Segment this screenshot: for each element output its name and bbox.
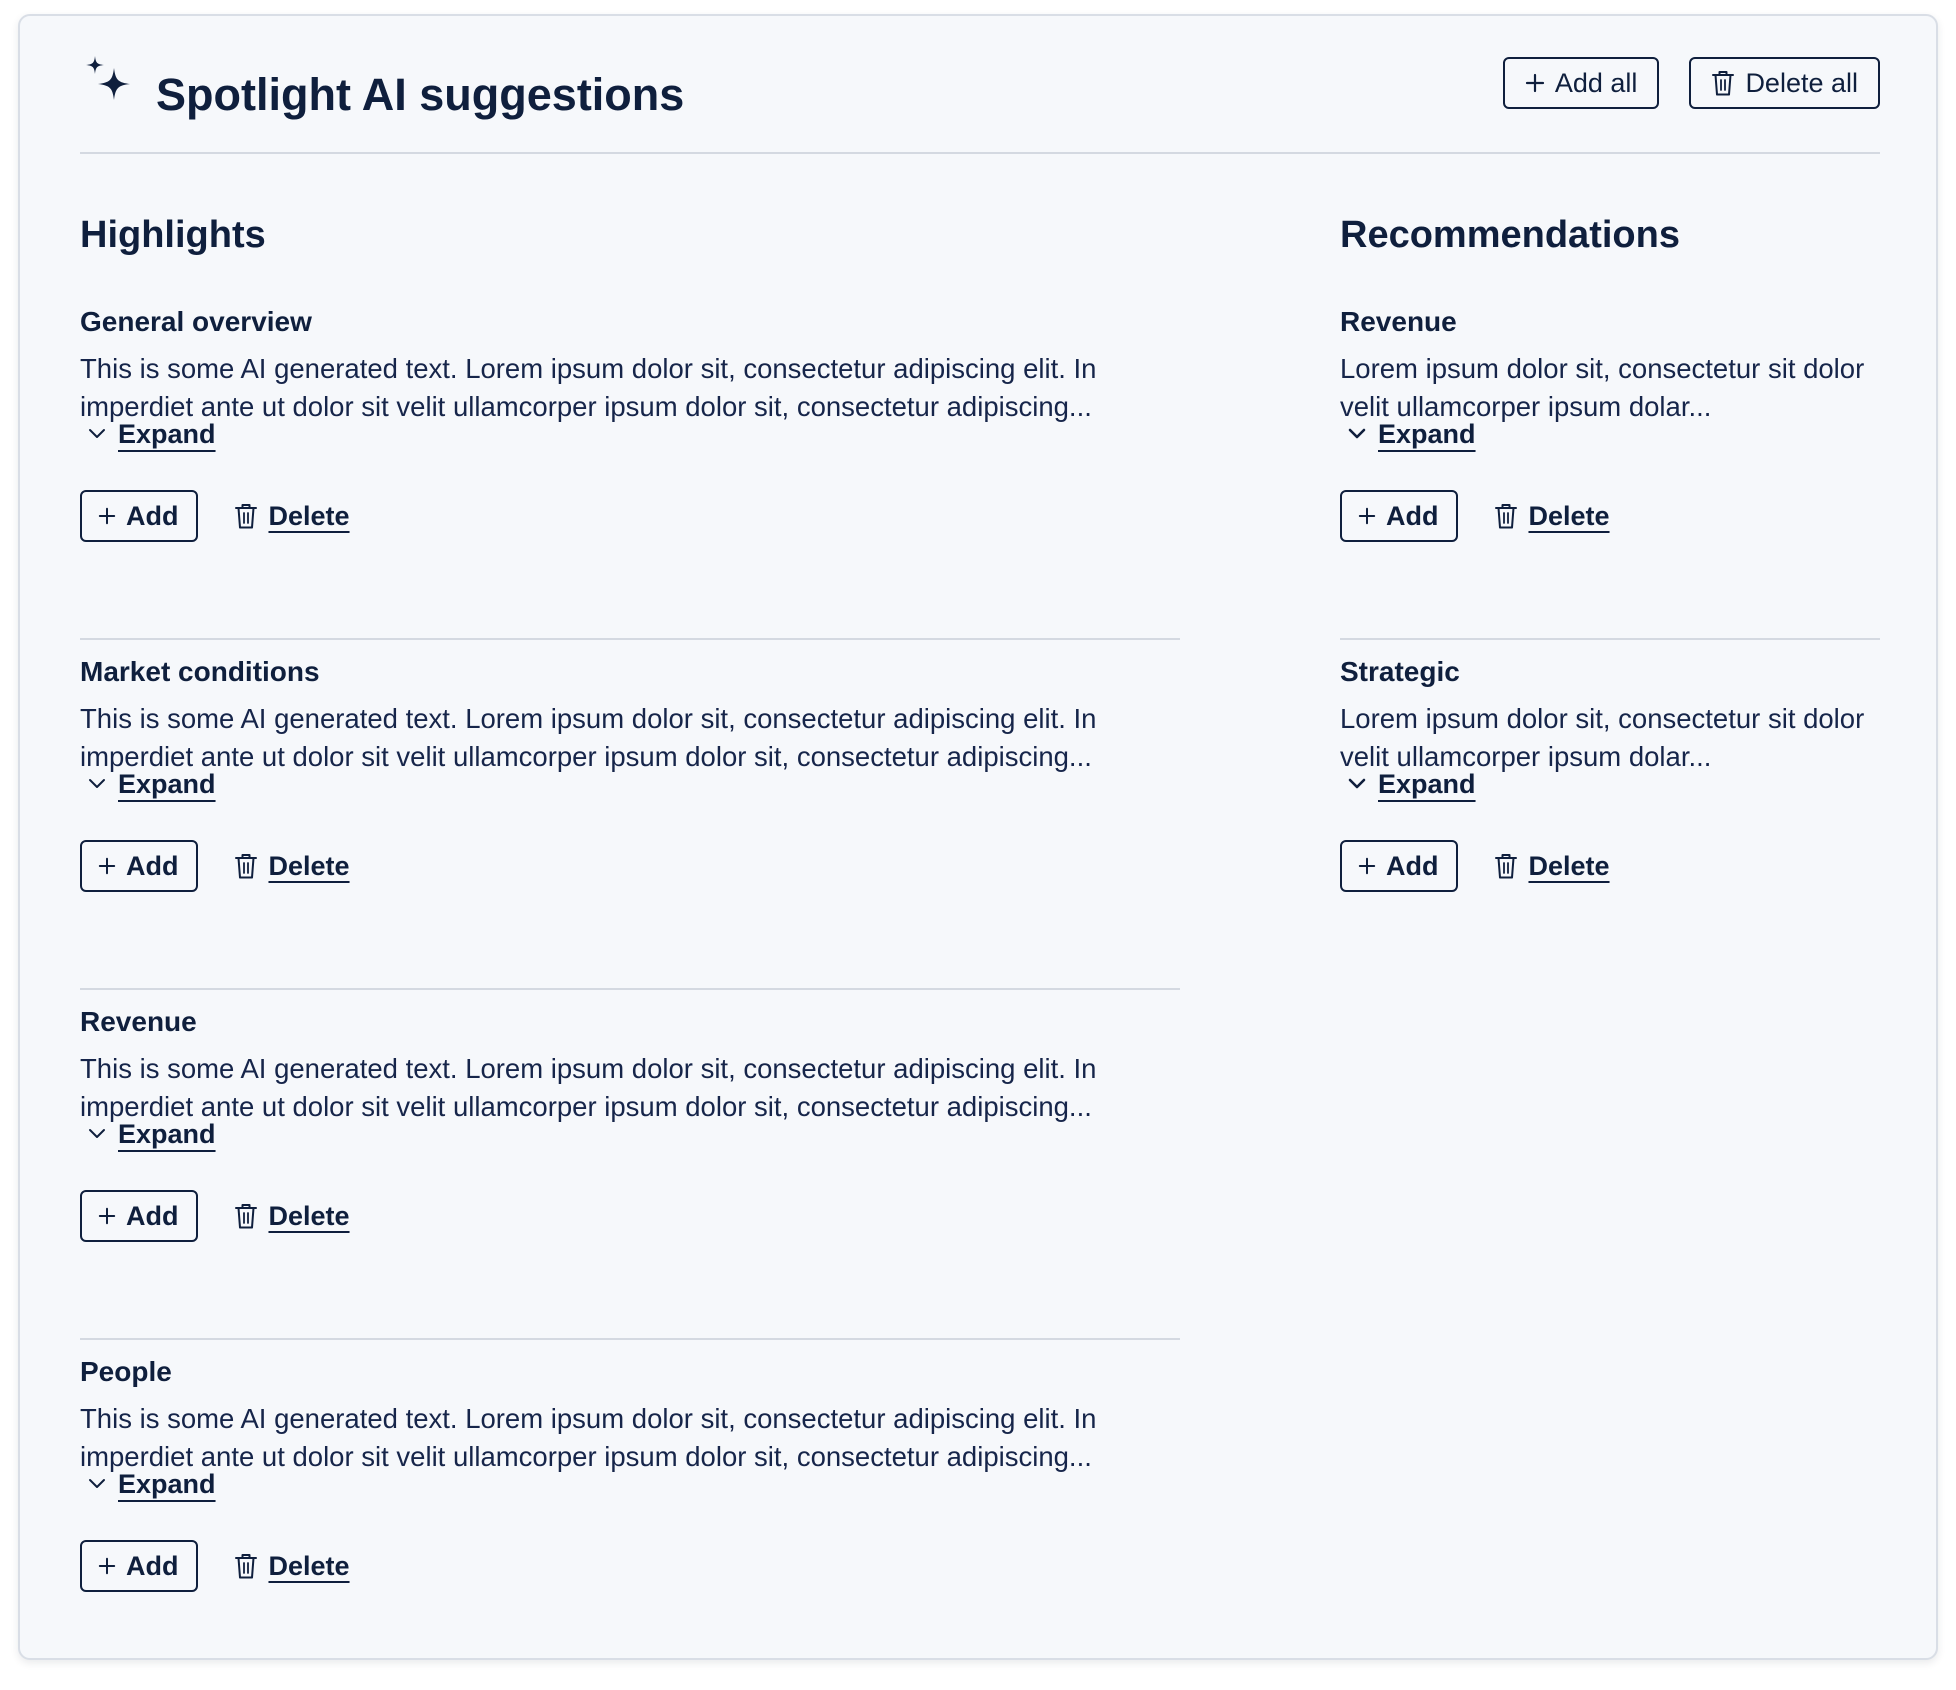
plus-icon <box>98 1207 116 1225</box>
add-label: Add <box>126 850 179 881</box>
highlights-heading: Highlights <box>80 214 266 256</box>
trash-icon <box>235 854 258 879</box>
delete-link[interactable]: Delete <box>234 1548 350 1584</box>
add-button[interactable]: Add <box>80 1540 199 1592</box>
item-text: Lorem ipsum dolor sit, consectetur sit d… <box>1340 353 1865 422</box>
item-actions: Add Delete <box>80 1540 350 1592</box>
add-all-label: Add all <box>1554 67 1638 98</box>
chevron-down-icon <box>89 429 105 438</box>
trash-icon <box>235 1204 258 1229</box>
plus-icon <box>1358 857 1376 875</box>
expand-label: Expand <box>118 1119 216 1149</box>
delete-label: Delete <box>1528 851 1610 881</box>
chevron-down-icon <box>1348 428 1366 439</box>
expand-toggle[interactable]: Expand <box>88 1116 216 1152</box>
expand-label: Expand <box>118 1469 216 1499</box>
expand-toggle[interactable]: Expand <box>88 416 216 452</box>
delete-label: Delete <box>268 501 350 531</box>
add-label: Add <box>126 1200 179 1231</box>
item-text: This is some AI generated text. Lorem ip… <box>80 703 1097 772</box>
item-title: Strategic <box>1340 656 1460 687</box>
highlight-item: Market conditions This is some AI genera… <box>80 640 1180 990</box>
expand-label: Expand <box>118 769 216 799</box>
add-label: Add <box>1386 500 1439 531</box>
recommendations-list: Revenue Lorem ipsum dolor sit, consectet… <box>1340 290 1880 990</box>
add-button[interactable]: Add <box>80 490 199 542</box>
item-title: Revenue <box>1340 306 1457 337</box>
chevron-down-icon <box>89 1129 105 1138</box>
trash-icon <box>1495 854 1518 879</box>
delete-link[interactable]: Delete <box>1494 498 1610 534</box>
plus-icon <box>98 1557 116 1575</box>
item-title: Market conditions <box>80 656 320 687</box>
recommendations-column: Recommendations Revenue Lorem ipsum dolo… <box>1340 152 1880 990</box>
chevron-down-icon <box>89 1479 105 1488</box>
highlights-column: Highlights General overview This is some… <box>80 152 1180 1690</box>
recommendations-heading: Recommendations <box>1340 214 1680 256</box>
recommendation-item: Strategic Lorem ipsum dolor sit, consect… <box>1340 640 1880 990</box>
chevron-down-icon <box>89 779 105 788</box>
expand-label: Expand <box>1378 419 1476 449</box>
delete-label: Delete <box>268 851 350 881</box>
plus-icon <box>1525 73 1544 93</box>
sparkle-icon <box>86 56 130 100</box>
add-label: Add <box>126 1550 179 1581</box>
delete-label: Delete <box>268 1201 350 1231</box>
item-title: Revenue <box>80 1006 197 1037</box>
trash-icon <box>235 1554 258 1579</box>
add-button[interactable]: Add <box>1340 490 1459 542</box>
delete-label: Delete <box>1528 501 1610 531</box>
add-button[interactable]: Add <box>80 1190 199 1242</box>
item-actions: Add Delete <box>1340 840 1610 892</box>
add-label: Add <box>126 500 179 531</box>
panel-header: Spotlight AI suggestions Add all Delete … <box>80 16 1880 154</box>
add-label: Add <box>1386 850 1439 881</box>
trash-icon <box>1495 504 1518 529</box>
trash-icon <box>1712 71 1735 96</box>
item-text: This is some AI generated text. Lorem ip… <box>80 1403 1097 1472</box>
highlight-item: General overview This is some AI generat… <box>80 290 1180 640</box>
item-actions: Add Delete <box>80 490 350 542</box>
add-button[interactable]: Add <box>80 840 199 892</box>
recommendation-item: Revenue Lorem ipsum dolor sit, consectet… <box>1340 290 1880 640</box>
plus-icon <box>1358 507 1376 525</box>
expand-toggle[interactable]: Expand <box>1348 416 1476 452</box>
delete-link[interactable]: Delete <box>234 848 350 884</box>
expand-toggle[interactable]: Expand <box>88 1466 216 1502</box>
delete-all-label: Delete all <box>1745 67 1858 98</box>
item-title: General overview <box>80 306 312 337</box>
chevron-down-icon <box>1348 778 1366 789</box>
expand-label: Expand <box>1378 769 1476 799</box>
expand-toggle[interactable]: Expand <box>1348 766 1476 802</box>
item-actions: Add Delete <box>1340 490 1610 542</box>
item-text: Lorem ipsum dolor sit, consectetur sit d… <box>1340 703 1865 772</box>
delete-link[interactable]: Delete <box>234 498 350 534</box>
delete-link[interactable]: Delete <box>234 1198 350 1234</box>
delete-label: Delete <box>268 1551 350 1581</box>
panel-title: Spotlight AI suggestions <box>156 69 685 120</box>
item-actions: Add Delete <box>80 840 350 892</box>
plus-icon <box>98 857 116 875</box>
item-actions: Add Delete <box>80 1190 350 1242</box>
item-text: This is some AI generated text. Lorem ip… <box>80 353 1097 422</box>
delete-all-button[interactable]: Delete all <box>1689 57 1880 109</box>
expand-label: Expand <box>118 419 216 449</box>
add-button[interactable]: Add <box>1340 840 1459 892</box>
item-text: This is some AI generated text. Lorem ip… <box>80 1053 1097 1122</box>
header-actions: Add all Delete all <box>1502 57 1880 109</box>
highlights-list: General overview This is some AI generat… <box>80 290 1180 1690</box>
delete-link[interactable]: Delete <box>1494 848 1610 884</box>
spotlight-panel: Spotlight AI suggestions Add all Delete … <box>18 14 1938 1660</box>
highlight-item: Revenue This is some AI generated text. … <box>80 990 1180 1340</box>
plus-icon <box>98 507 116 525</box>
trash-icon <box>235 504 258 529</box>
add-all-button[interactable]: Add all <box>1502 57 1660 109</box>
expand-toggle[interactable]: Expand <box>88 766 216 802</box>
item-title: People <box>80 1356 172 1387</box>
highlight-item: People This is some AI generated text. L… <box>80 1340 1180 1690</box>
